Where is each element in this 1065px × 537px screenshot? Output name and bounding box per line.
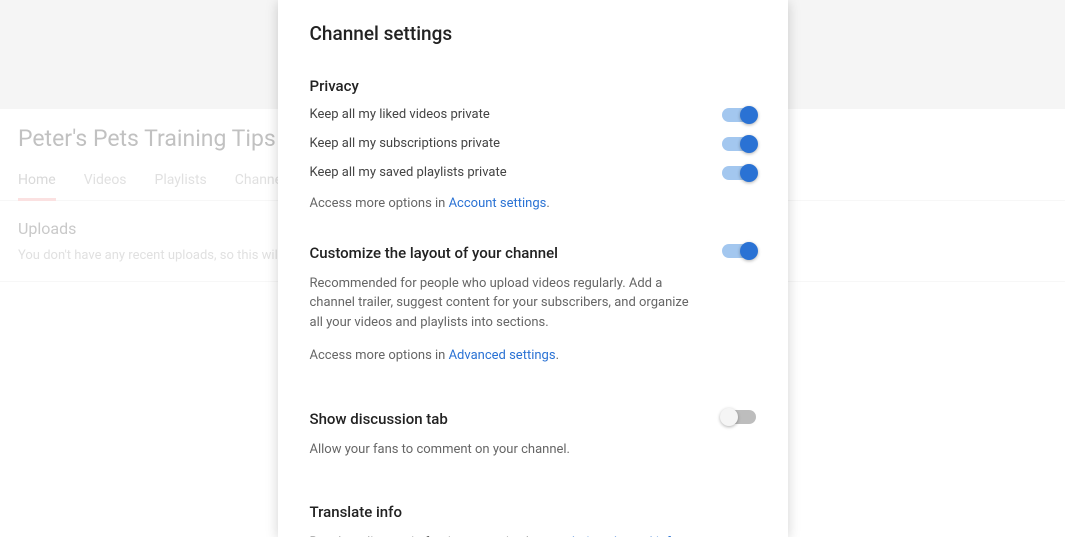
privacy-section: Privacy Keep all my liked videos private… bbox=[310, 77, 756, 214]
customize-title: Customize the layout of your channel bbox=[310, 244, 702, 262]
customize-section: Customize the layout of your channel Rec… bbox=[310, 244, 756, 380]
customize-more-text: Access more options in Advanced settings… bbox=[310, 346, 702, 366]
privacy-playlists-label: Keep all my saved playlists private bbox=[310, 165, 507, 180]
discussion-section: Show discussion tab Allow your fans to c… bbox=[310, 410, 756, 474]
modal-title: Channel settings bbox=[310, 22, 756, 45]
privacy-playlists-toggle[interactable] bbox=[722, 166, 756, 180]
channel-settings-modal: Channel settings Privacy Keep all my lik… bbox=[278, 0, 788, 537]
account-settings-link[interactable]: Account settings bbox=[449, 196, 547, 211]
privacy-liked-row: Keep all my liked videos private bbox=[310, 107, 756, 122]
customize-toggle[interactable] bbox=[722, 244, 756, 258]
privacy-subs-label: Keep all my subscriptions private bbox=[310, 136, 500, 151]
privacy-subs-toggle[interactable] bbox=[722, 137, 756, 151]
customize-more-suffix: . bbox=[556, 348, 559, 363]
translate-title: Translate info bbox=[310, 503, 756, 521]
privacy-title: Privacy bbox=[310, 77, 756, 95]
discussion-toggle[interactable] bbox=[722, 410, 756, 424]
translate-desc: Reach audiences in foreign countries by … bbox=[310, 533, 756, 537]
privacy-liked-label: Keep all my liked videos private bbox=[310, 107, 490, 122]
privacy-more-prefix: Access more options in bbox=[310, 196, 449, 211]
privacy-more-text: Access more options in Account settings. bbox=[310, 194, 756, 214]
customize-desc: Recommended for people who upload videos… bbox=[310, 274, 702, 333]
privacy-more-suffix: . bbox=[546, 196, 549, 211]
advanced-settings-link[interactable]: Advanced settings bbox=[449, 348, 556, 363]
privacy-liked-toggle[interactable] bbox=[722, 108, 756, 122]
customize-more-prefix: Access more options in bbox=[310, 348, 449, 363]
discussion-desc: Allow your fans to comment on your chann… bbox=[310, 440, 702, 460]
privacy-playlists-row: Keep all my saved playlists private bbox=[310, 165, 756, 180]
discussion-title: Show discussion tab bbox=[310, 410, 702, 428]
privacy-subs-row: Keep all my subscriptions private bbox=[310, 136, 756, 151]
translate-section: Translate info Reach audiences in foreig… bbox=[310, 503, 756, 537]
